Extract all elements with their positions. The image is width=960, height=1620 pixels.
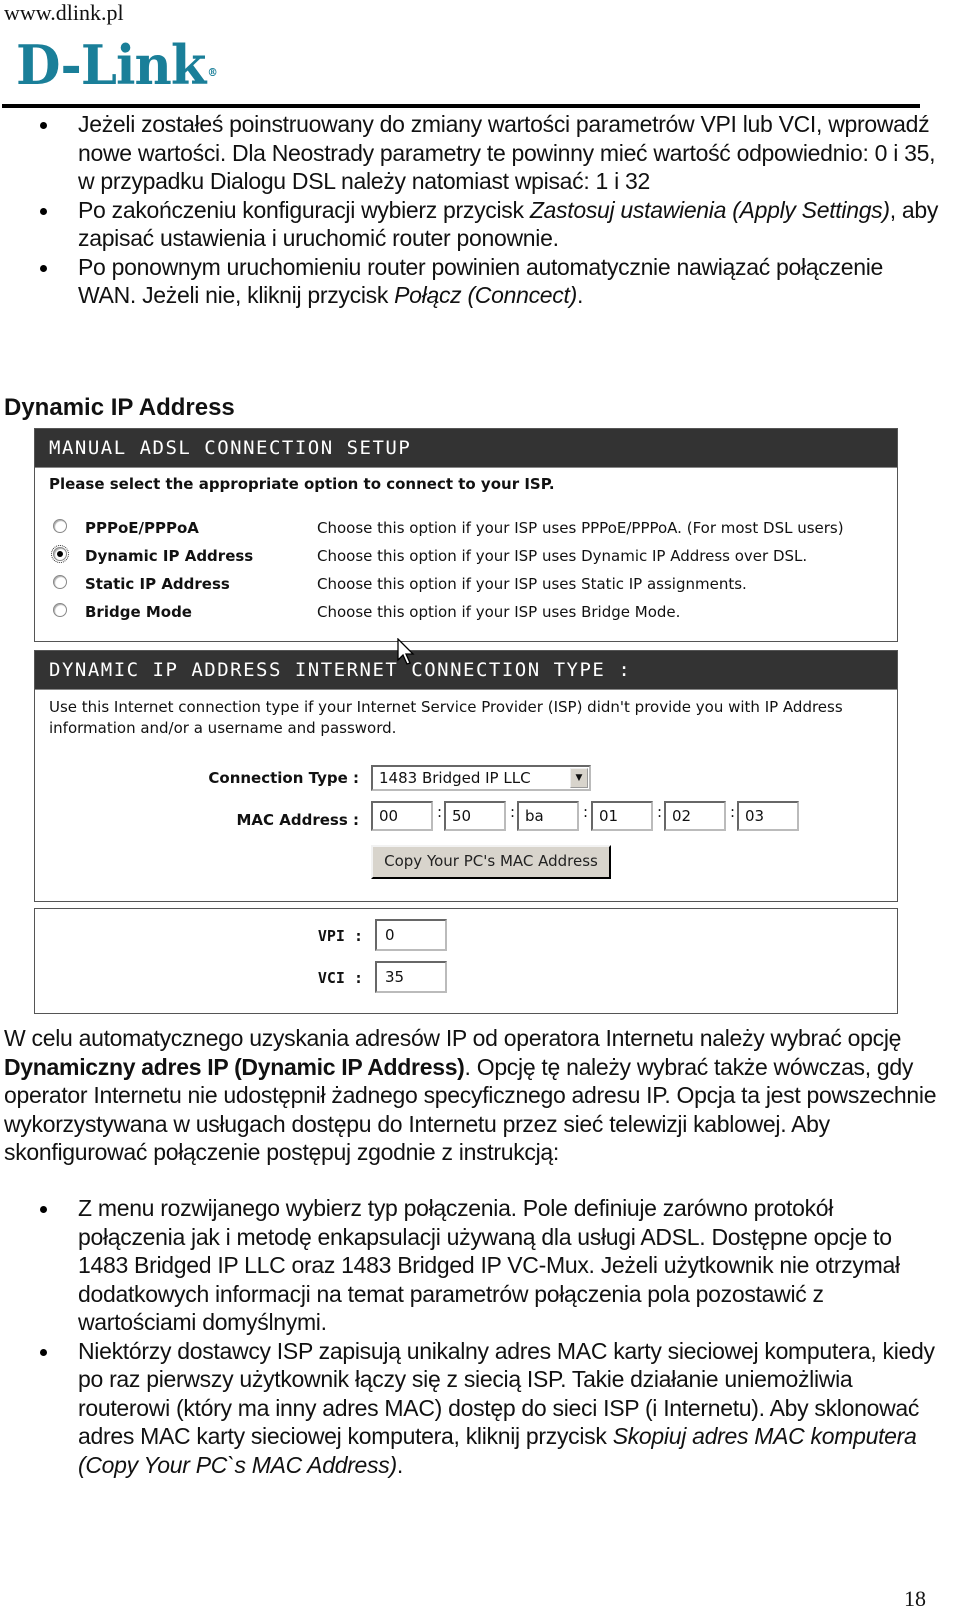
option-description: Choose this option if your ISP uses Dyna… <box>317 547 808 565</box>
list-item: Z menu rozwijanego wybierz typ połączeni… <box>0 1194 940 1337</box>
option-description: Choose this option if your ISP uses PPPo… <box>317 519 844 537</box>
section-heading: Dynamic IP Address <box>4 394 235 421</box>
page-number: 18 <box>904 1586 926 1611</box>
dlink-logo: D-Link ® <box>16 33 218 97</box>
radio-bridge-mode[interactable] <box>53 603 67 617</box>
list-item: Po zakończeniu konfiguracji wybierz przy… <box>0 196 940 253</box>
instructions-list-top: Jeżeli zostałeś poinstruowany do zmiany … <box>0 110 940 310</box>
mac-separator: : <box>510 803 516 821</box>
list-item: Niektórzy dostawcy ISP zapisują unikalny… <box>0 1337 940 1480</box>
vpi-input[interactable]: 0 <box>375 919 447 951</box>
copy-mac-address-button[interactable]: Copy Your PC's MAC Address <box>371 845 611 879</box>
mac-separator: : <box>437 803 443 821</box>
list-item: Jeżeli zostałeś poinstruowany do zmiany … <box>0 110 940 196</box>
option-description: Choose this option if your ISP uses Brid… <box>317 603 681 621</box>
bullet-icon <box>40 207 47 215</box>
bullet-icon <box>40 122 47 129</box>
manual-adsl-setup-panel: MANUAL ADSL CONNECTION SETUP Please sele… <box>34 428 898 642</box>
option-bridge-mode[interactable]: Bridge Mode Choose this option if your I… <box>53 601 893 627</box>
vpi-vci-panel: VPI : 0 VCI : 35 <box>34 908 898 1014</box>
list-item-text: Z menu rozwijanego wybierz typ połączeni… <box>78 1195 900 1335</box>
header-divider <box>2 104 920 108</box>
body-paragraph: W celu automatycznego uzyskania adresów … <box>4 1024 944 1167</box>
mac-octet-6-input[interactable]: 03 <box>737 801 799 831</box>
list-item: Po ponownym uruchomieniu router powinien… <box>0 253 940 310</box>
list-item-text: Jeżeli zostałeś poinstruowany do zmiany … <box>78 111 936 194</box>
mac-octet-5-input[interactable]: 02 <box>664 801 726 831</box>
connection-type-value: 1483 Bridged IP LLC <box>379 769 531 787</box>
vpi-label: VPI : <box>317 927 363 945</box>
option-dynamic-ip[interactable]: Dynamic IP Address Choose this option if… <box>51 545 893 571</box>
dynamic-ip-connection-panel: DYNAMIC IP ADDRESS INTERNET CONNECTION T… <box>34 650 898 902</box>
vci-input[interactable]: 35 <box>375 961 447 993</box>
list-item-emphasis: Zastosuj ustawienia (Apply Settings) <box>529 196 890 223</box>
bullet-icon <box>40 1348 47 1356</box>
radio-dynamic-ip[interactable] <box>51 545 69 563</box>
radio-static-ip[interactable] <box>53 575 67 589</box>
chevron-down-icon[interactable]: ▼ <box>570 768 588 788</box>
mouse-cursor-icon <box>397 638 415 665</box>
mac-octet-3-input[interactable]: ba <box>517 801 579 831</box>
logo-text: D-Link <box>16 33 206 97</box>
list-item-text: . <box>576 282 584 308</box>
option-pppoe[interactable]: PPPoE/PPPoA Choose this option if your I… <box>53 517 893 543</box>
option-label: Dynamic IP Address <box>85 547 254 565</box>
bullet-icon <box>40 264 47 272</box>
connection-type-label: Connection Type : <box>208 769 359 787</box>
panel-title: DYNAMIC IP ADDRESS INTERNET CONNECTION T… <box>35 651 897 690</box>
mac-octet-4-input[interactable]: 01 <box>591 801 653 831</box>
option-static-ip[interactable]: Static IP Address Choose this option if … <box>53 573 893 599</box>
site-url: www.dlink.pl <box>4 0 124 25</box>
list-item-emphasis: Połącz (Conncect) <box>394 282 577 308</box>
paragraph-emphasis: Dynamiczny adres IP (Dynamic IP Address) <box>4 1053 465 1080</box>
list-item-text: Po zakończeniu konfiguracji wybierz przy… <box>78 196 530 223</box>
option-description: Choose this option if your ISP uses Stat… <box>317 575 747 593</box>
panel-title: MANUAL ADSL CONNECTION SETUP <box>35 429 897 468</box>
mac-address-label: MAC Address : <box>236 811 360 829</box>
connection-type-select[interactable]: 1483 Bridged IP LLC ▼ <box>371 765 591 791</box>
mac-octet-2-input[interactable]: 50 <box>444 801 506 831</box>
paragraph-text: W celu automatycznego uzyskania adresów … <box>4 1025 902 1051</box>
instructions-list-bottom: Z menu rozwijanego wybierz typ połączeni… <box>0 1194 940 1479</box>
mac-octet-1-input[interactable]: 00 <box>371 801 433 831</box>
panel-description: Use this Internet connection type if you… <box>49 698 843 737</box>
radio-pppoe[interactable] <box>53 519 67 533</box>
registered-mark: ® <box>207 66 217 79</box>
mac-separator: : <box>657 803 663 821</box>
mac-separator: : <box>730 803 736 821</box>
list-item-text: . <box>396 1451 403 1478</box>
option-label: Static IP Address <box>85 575 230 593</box>
vci-label: VCI : <box>317 969 363 987</box>
mac-separator: : <box>583 803 589 821</box>
option-label: Bridge Mode <box>85 603 192 621</box>
option-label: PPPoE/PPPoA <box>85 519 199 537</box>
bullet-icon <box>40 1206 47 1213</box>
setup-prompt: Please select the appropriate option to … <box>49 475 555 493</box>
